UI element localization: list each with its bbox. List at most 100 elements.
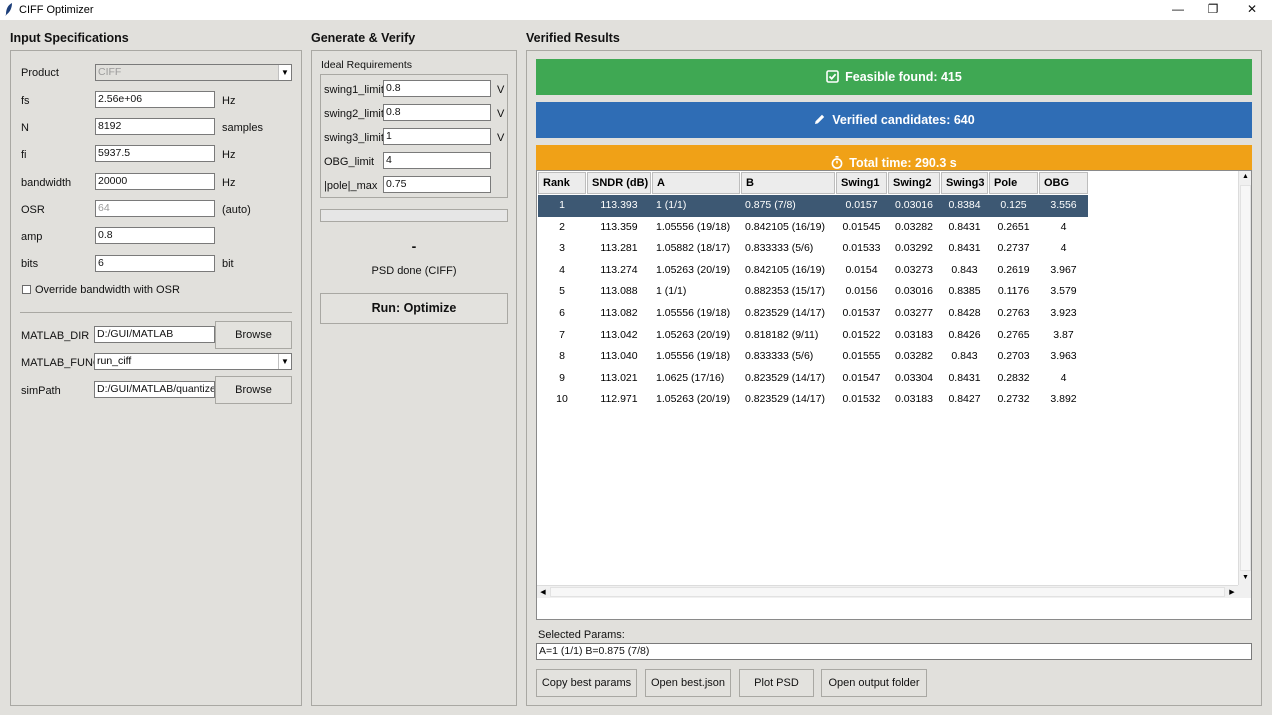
n-unit: samples bbox=[222, 122, 263, 134]
pencil-icon bbox=[815, 114, 825, 124]
column-header-swing3[interactable]: Swing3 bbox=[941, 172, 988, 194]
scroll-left-icon[interactable]: ◀ bbox=[538, 587, 548, 598]
run-optimize-button[interactable]: Run: Optimize bbox=[320, 293, 508, 324]
ideal-requirements-title: Ideal Requirements bbox=[321, 59, 413, 71]
column-header-b[interactable]: B bbox=[741, 172, 835, 194]
column-header-obg[interactable]: OBG bbox=[1039, 172, 1088, 194]
horizontal-scrollbar[interactable]: ◀ ▶ bbox=[537, 585, 1238, 598]
open-best-json-button[interactable]: Open best.json bbox=[645, 669, 731, 697]
swing2-input[interactable]: 0.8 bbox=[383, 104, 491, 121]
osr-input[interactable]: 64 bbox=[95, 200, 215, 217]
n-input[interactable]: 8192 bbox=[95, 118, 215, 135]
selected-params-field[interactable]: A=1 (1/1) B=0.875 (7/8) bbox=[536, 643, 1252, 660]
cell-swing1: 0.01533 bbox=[842, 242, 881, 255]
cell-swing2: 0.03016 bbox=[895, 199, 933, 211]
cell-obg: 3.892 bbox=[1050, 393, 1077, 406]
sim-path-browse-button[interactable]: Browse bbox=[215, 376, 292, 404]
plot-psd-button[interactable]: Plot PSD bbox=[739, 669, 814, 697]
fi-unit: Hz bbox=[222, 149, 236, 161]
product-label: Product bbox=[21, 67, 59, 79]
cell-sndr: 113.088 bbox=[600, 285, 638, 298]
table-row[interactable]: 8 113.040 1.05556 (19/18) 0.833333 (5/6) 0.0… bbox=[538, 346, 1088, 368]
cell-swing1: 0.01547 bbox=[842, 371, 881, 384]
horizontal-scroll-thumb[interactable] bbox=[550, 587, 1225, 597]
table-row[interactable]: 1 113.393 1 (1/1) 0.875 (7/8) 0.0157 0.03016 0… bbox=[538, 195, 1088, 217]
cell-a: 1.05263 (20/19) bbox=[656, 263, 731, 276]
cell-obg: 3.963 bbox=[1050, 350, 1077, 363]
swing3-label: swing3_limit bbox=[324, 132, 384, 144]
product-combo[interactable]: CIFF ▼ bbox=[95, 64, 292, 81]
cell-a: 1 (1/1) bbox=[656, 199, 687, 211]
matlab-dir-input[interactable]: D:/GUI/MATLAB bbox=[94, 326, 215, 343]
scroll-right-icon[interactable]: ▶ bbox=[1227, 587, 1237, 598]
cell-pole: 0.1176 bbox=[997, 285, 1030, 298]
cell-rank: 4 bbox=[559, 263, 565, 276]
cell-swing2: 0.03304 bbox=[895, 371, 933, 384]
column-header-sndr[interactable]: SNDR (dB) bbox=[587, 172, 651, 194]
cell-b: 0.882353 (15/17) bbox=[745, 285, 825, 298]
fs-input[interactable]: 2.56e+06 bbox=[95, 91, 215, 108]
sim-path-input[interactable]: D:/GUI/MATLAB/quantize bbox=[94, 381, 215, 398]
scroll-down-icon[interactable]: ▼ bbox=[1240, 573, 1251, 583]
restore-button[interactable]: ❐ bbox=[1194, 0, 1232, 20]
osr-unit: (auto) bbox=[222, 204, 251, 216]
column-header-swing2[interactable]: Swing2 bbox=[888, 172, 940, 194]
vertical-scrollbar[interactable]: ▲ ▼ bbox=[1238, 171, 1251, 585]
column-header-rank[interactable]: Rank bbox=[538, 172, 586, 194]
close-button[interactable]: ✕ bbox=[1233, 0, 1271, 20]
chevron-down-icon[interactable]: ▼ bbox=[278, 65, 291, 80]
table-row[interactable]: 4 113.274 1.05263 (20/19) 0.842105 (16/19) 0… bbox=[538, 260, 1088, 282]
matlab-dir-browse-button[interactable]: Browse bbox=[215, 321, 292, 349]
swing3-input[interactable]: 1 bbox=[383, 128, 491, 145]
table-row[interactable]: 10 112.971 1.05263 (20/19) 0.823529 (14/17)… bbox=[538, 389, 1088, 411]
cell-b: 0.833333 (5/6) bbox=[745, 242, 814, 255]
table-row[interactable]: 7 113.042 1.05263 (20/19) 0.818182 (9/11) 0.… bbox=[538, 325, 1088, 347]
product-value: CIFF bbox=[98, 66, 122, 78]
vertical-scroll-thumb[interactable] bbox=[1240, 185, 1251, 571]
cell-swing2: 0.03273 bbox=[895, 263, 933, 276]
amp-input[interactable]: 0.8 bbox=[95, 227, 215, 244]
swing1-input[interactable]: 0.8 bbox=[383, 80, 491, 97]
table-row[interactable]: 9 113.021 1.0625 (17/16) 0.823529 (14/17) 0.… bbox=[538, 368, 1088, 390]
override-checkbox[interactable] bbox=[22, 285, 31, 294]
scroll-up-icon[interactable]: ▲ bbox=[1240, 172, 1251, 182]
cell-b: 0.875 (7/8) bbox=[745, 199, 796, 211]
swing1-unit: V bbox=[497, 84, 505, 96]
cell-sndr: 113.281 bbox=[600, 242, 638, 255]
cell-rank: 7 bbox=[559, 328, 565, 341]
matlab-func-combo[interactable]: run_ciff ▼ bbox=[94, 353, 292, 370]
table-row[interactable]: 3 113.281 1.05882 (18/17) 0.833333 (5/6) 0.0… bbox=[538, 238, 1088, 260]
input-specs-title: Input Specifications bbox=[10, 31, 129, 45]
cell-pole: 0.2651 bbox=[997, 220, 1030, 233]
column-header-pole[interactable]: Pole bbox=[989, 172, 1038, 194]
cell-b: 0.842105 (16/19) bbox=[745, 220, 825, 233]
table-row[interactable]: 6 113.082 1.05556 (19/18) 0.823529 (14/17) 0… bbox=[538, 303, 1088, 325]
table-row[interactable]: 2 113.359 1.05556 (19/18) 0.842105 (16/19) 0… bbox=[538, 217, 1088, 239]
chevron-down-icon[interactable]: ▼ bbox=[278, 354, 291, 369]
cell-pole: 0.2832 bbox=[997, 371, 1030, 384]
pole-max-input[interactable]: 0.75 bbox=[383, 176, 491, 193]
results-table: Rank SNDR (dB) A B Swing1 Swing2 Swing3 … bbox=[536, 170, 1252, 620]
obg-limit-input[interactable]: 4 bbox=[383, 152, 491, 169]
bandwidth-unit: Hz bbox=[222, 177, 236, 189]
fi-input[interactable]: 5937.5 bbox=[95, 145, 215, 162]
copy-best-params-button[interactable]: Copy best params bbox=[536, 669, 637, 697]
bandwidth-input[interactable]: 20000 bbox=[95, 173, 215, 190]
column-header-a[interactable]: A bbox=[652, 172, 740, 194]
feather-icon bbox=[5, 3, 12, 16]
cell-obg: 4 bbox=[1060, 242, 1067, 255]
minimize-button[interactable]: — bbox=[1159, 0, 1197, 20]
cell-pole: 0.2763 bbox=[997, 307, 1030, 319]
amp-label: amp bbox=[21, 231, 43, 243]
matlab-func-label: MATLAB_FUNC bbox=[21, 357, 101, 369]
cell-sndr: 113.082 bbox=[600, 307, 638, 319]
cell-sndr: 113.021 bbox=[600, 371, 638, 384]
cell-pole: 0.2619 bbox=[997, 263, 1030, 276]
matlab-func-value: run_ciff bbox=[97, 355, 132, 367]
selected-params-label: Selected Params: bbox=[538, 629, 625, 641]
table-row[interactable]: 5 113.088 1 (1/1) 0.882353 (15/17) 0.0156 0.0… bbox=[538, 281, 1088, 303]
bits-input[interactable]: 6 bbox=[95, 255, 215, 272]
column-header-swing1[interactable]: Swing1 bbox=[836, 172, 887, 194]
cell-obg: 4 bbox=[1060, 220, 1067, 233]
open-output-folder-button[interactable]: Open output folder bbox=[821, 669, 927, 697]
